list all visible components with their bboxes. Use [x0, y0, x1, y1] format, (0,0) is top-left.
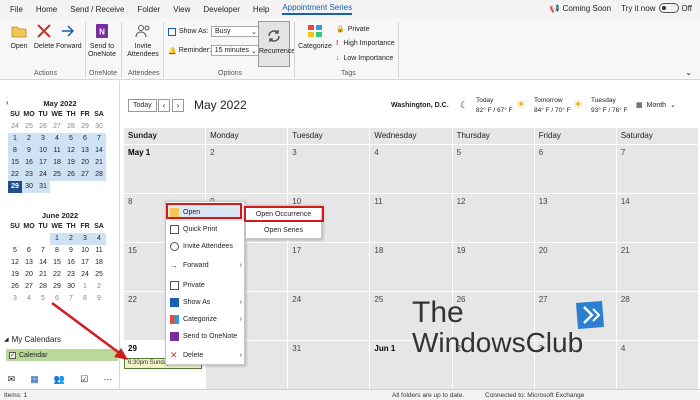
windowsclub-logo-icon — [576, 301, 604, 329]
status-bar: Items: 1 All folders are up to date. Con… — [0, 389, 700, 400]
watermark-line1: The — [412, 296, 464, 329]
items-count: Items: 1 — [4, 392, 28, 399]
watermark: The WindowsClub — [412, 298, 583, 358]
annotation-arrow — [51, 301, 128, 360]
connection-status: Connected to: Microsoft Exchange — [485, 392, 585, 399]
sync-status: All folders are up to date. — [392, 392, 465, 399]
watermark-line2: WindowsClub — [412, 327, 584, 358]
